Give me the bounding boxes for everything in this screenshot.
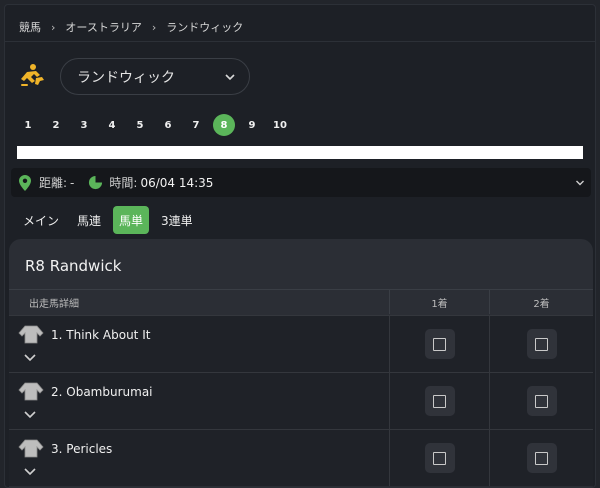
race-title: R8 Randwick: [25, 257, 122, 275]
breadcrumb: 競馬 › オーストラリア › ランドウィック: [19, 17, 243, 37]
race-number-tab[interactable]: 5: [129, 114, 151, 136]
first-place-checkbox[interactable]: [424, 386, 455, 416]
race-number-tab-active[interactable]: 8: [213, 114, 235, 136]
second-place-checkbox[interactable]: [526, 329, 557, 359]
runner-details: 3. Pericles: [9, 430, 389, 486]
race-number-tabs: 1 2 3 4 5 6 7 8 9 10: [17, 114, 297, 136]
checkbox-box: [535, 337, 548, 351]
moon-clock-icon: [89, 175, 103, 190]
breadcrumb-item-venue[interactable]: ランドウィック: [166, 19, 243, 35]
tab-exacta[interactable]: 馬単: [113, 206, 150, 234]
race-number-tab[interactable]: 2: [45, 114, 67, 136]
chevron-right-icon: ›: [151, 20, 157, 34]
column-header-second: 2着: [489, 290, 593, 314]
first-place-cell: [389, 316, 489, 372]
distance-label: 距離:: [39, 176, 68, 190]
table-row: 1. Think About It: [9, 315, 593, 372]
app-frame: 競馬 › オーストラリア › ランドウィック ランドウィック 1 2 3 4 5…: [4, 4, 596, 488]
first-place-cell: [389, 373, 489, 429]
distance-value: -: [70, 175, 75, 190]
checkbox-box: [433, 451, 446, 465]
jockey-silk-icon: [18, 439, 44, 458]
race-card: R8 Randwick 出走馬詳細 1着 2着 1. Think About I…: [9, 239, 593, 487]
chevron-down-icon: [576, 180, 584, 186]
chevron-down-icon: [225, 74, 235, 81]
venue-select-value: ランドウィック: [77, 69, 175, 86]
chevron-down-icon[interactable]: [24, 353, 36, 363]
chevron-down-icon[interactable]: [24, 467, 36, 477]
race-number-tab[interactable]: 6: [157, 114, 179, 136]
jockey-silk-icon: [18, 382, 44, 401]
race-number-tab[interactable]: 7: [185, 114, 207, 136]
table-row: 3. Pericles: [9, 429, 593, 486]
second-place-cell: [489, 373, 593, 429]
first-place-cell: [389, 430, 489, 486]
blank-banner: [17, 146, 583, 159]
first-place-checkbox[interactable]: [424, 443, 455, 473]
breadcrumb-item-sport[interactable]: 競馬: [19, 19, 41, 35]
first-place-checkbox[interactable]: [424, 329, 455, 359]
second-place-cell: [489, 316, 593, 372]
race-number-tab[interactable]: 1: [17, 114, 39, 136]
time-label: 時間:: [109, 176, 138, 190]
race-number-tab[interactable]: 3: [73, 114, 95, 136]
checkbox-box: [433, 394, 446, 408]
tab-main[interactable]: メイン: [17, 206, 65, 234]
second-place-checkbox[interactable]: [526, 443, 557, 473]
runner-name: 3. Pericles: [51, 442, 113, 456]
column-header-runner: 出走馬詳細: [29, 298, 79, 310]
race-number-tab[interactable]: 10: [269, 114, 291, 136]
jockey-silk-icon: [18, 325, 44, 344]
divider: [5, 41, 595, 42]
chevron-down-icon[interactable]: [24, 410, 36, 420]
second-place-checkbox[interactable]: [526, 386, 557, 416]
runner-name: 2. Obamburumai: [51, 385, 153, 399]
race-info-bar[interactable]: 距離: - 時間: 06/04 14:35: [11, 168, 591, 197]
chevron-right-icon: ›: [51, 20, 56, 34]
venue-select[interactable]: ランドウィック: [60, 58, 250, 95]
column-header-first: 1着: [389, 290, 489, 314]
tab-trifecta[interactable]: 3連単: [155, 206, 199, 234]
race-number-tab[interactable]: 4: [101, 114, 123, 136]
checkbox-box: [433, 337, 446, 351]
map-pin-icon: [19, 174, 31, 191]
checkbox-box: [535, 451, 548, 465]
checkbox-box: [535, 394, 548, 408]
breadcrumb-item-region[interactable]: オーストラリア: [65, 19, 141, 35]
race-number-tab[interactable]: 9: [241, 114, 263, 136]
runner-details: 1. Think About It: [9, 316, 389, 372]
tab-quinella[interactable]: 馬連: [71, 206, 107, 234]
second-place-cell: [489, 430, 593, 486]
runner-name: 1. Think About It: [51, 328, 151, 342]
bet-type-tabs: メイン 馬連 馬単 3連単: [17, 206, 205, 234]
table-row: 2. Obamburumai: [9, 372, 593, 429]
time-value: 06/04 14:35: [140, 175, 214, 190]
runner-details: 2. Obamburumai: [9, 373, 389, 429]
horse-racing-icon: [21, 64, 44, 86]
runner-table-header: 出走馬詳細 1着 2着: [9, 289, 593, 314]
